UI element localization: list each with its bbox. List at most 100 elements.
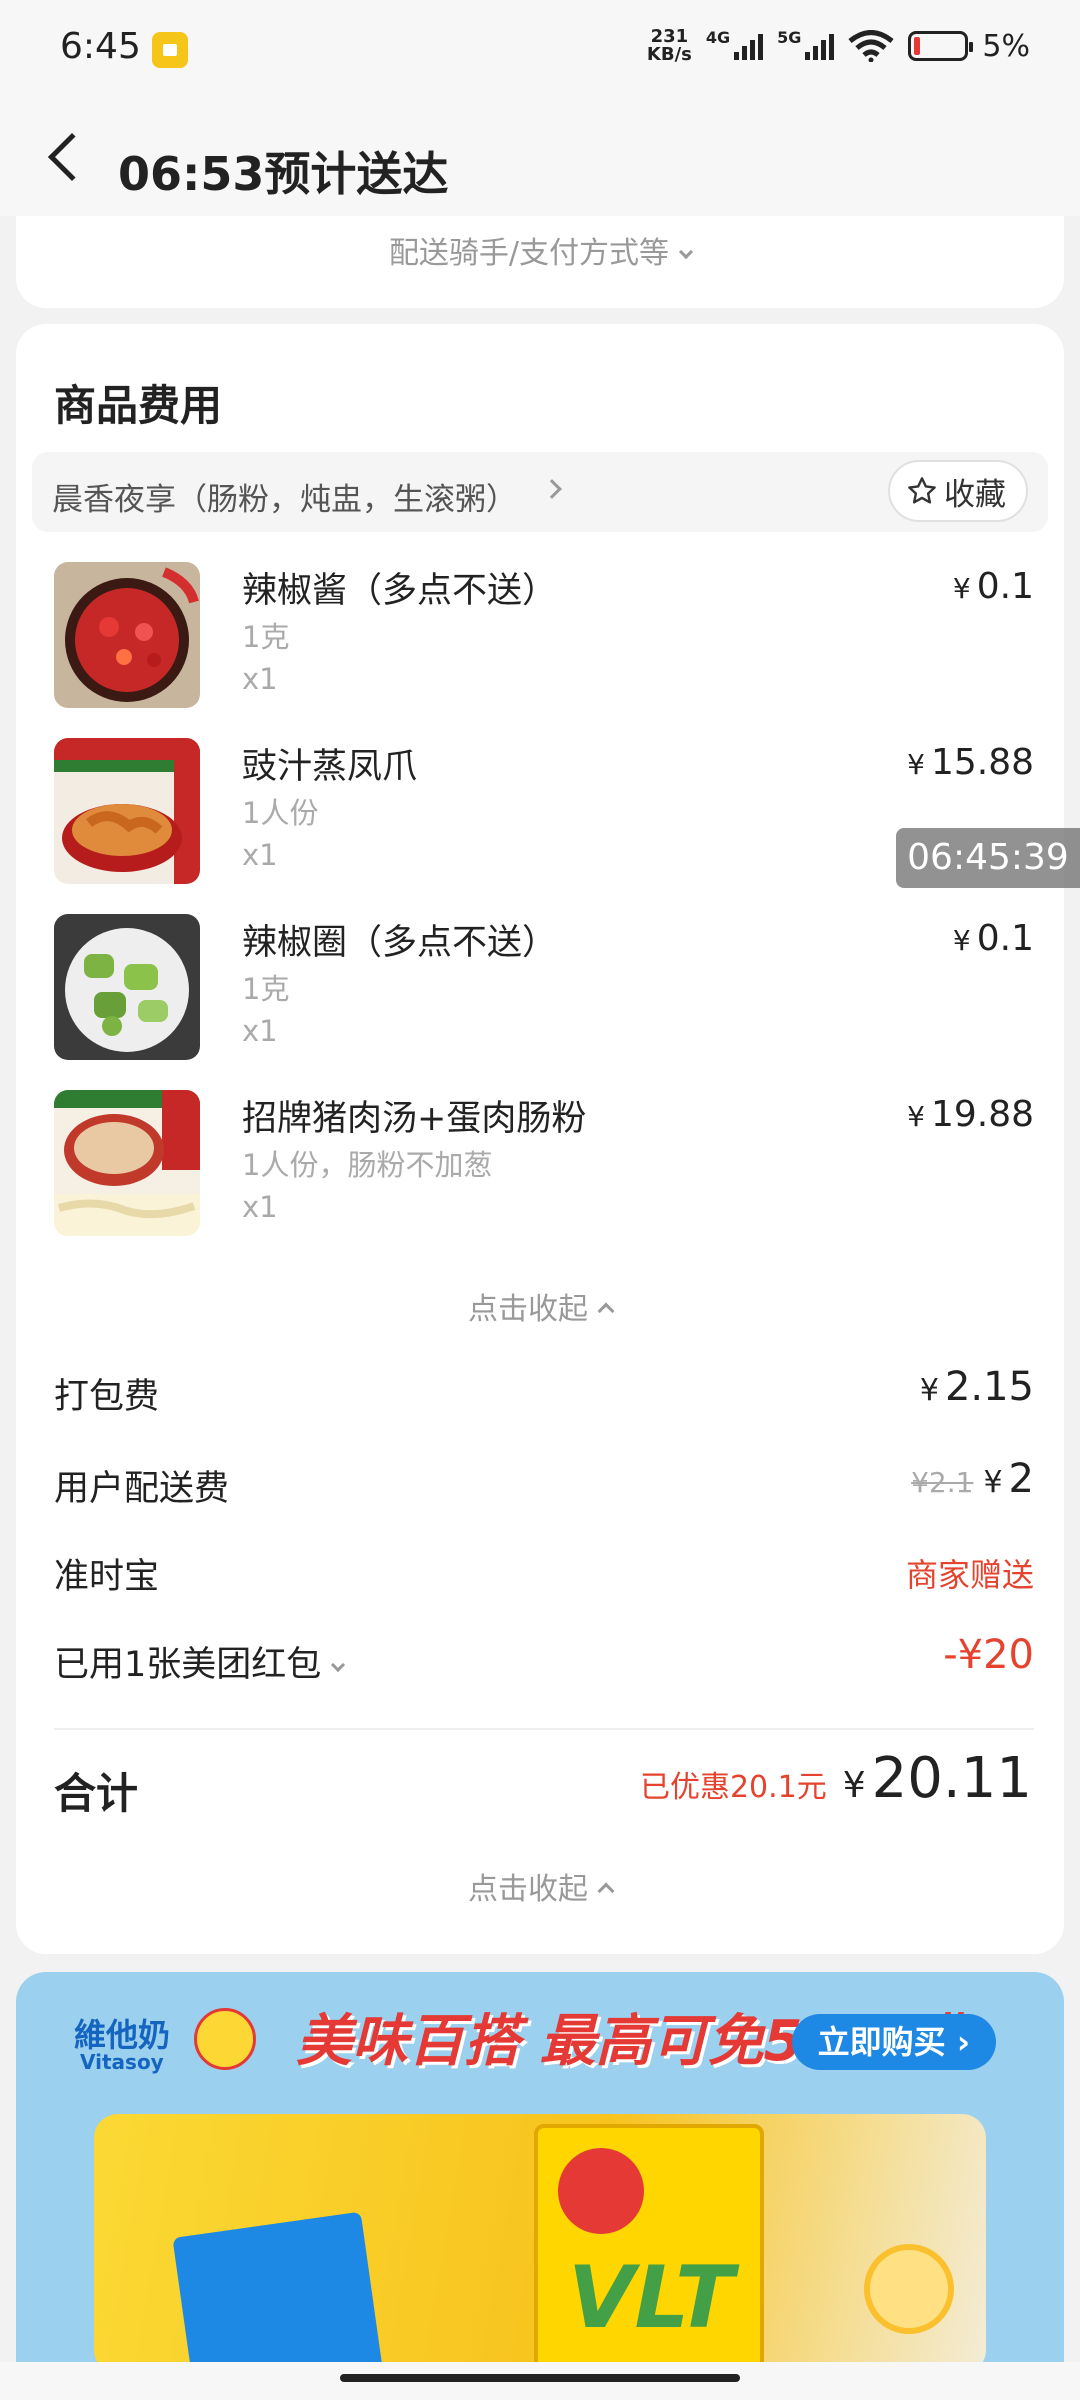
delivery-fee-value: ¥2.1 ¥2 [911, 1456, 1034, 1502]
currency-symbol: ¥ [919, 1373, 939, 1408]
star-icon [906, 475, 938, 507]
battery-percent: 5% [982, 28, 1030, 64]
back-arrow-icon[interactable] [47, 132, 97, 182]
currency-symbol: ¥ [952, 924, 971, 957]
item-quantity: x1 [242, 662, 278, 696]
item-spec: 1克 [242, 620, 290, 654]
packing-fee-row: 打包费 ¥2.15 [54, 1360, 1034, 1420]
item-spec: 1人份，肠粉不加葱 [242, 1148, 493, 1182]
net-speed: 231 KB/s [647, 28, 692, 64]
item-price: ¥19.88 [907, 1094, 1034, 1135]
divider [54, 1728, 1034, 1730]
timestamp-overlay: 06:45:39 [896, 828, 1080, 888]
currency-symbol: ¥ [842, 1765, 866, 1806]
item-price: ¥0.1 [953, 918, 1034, 959]
item-image [54, 562, 200, 708]
chevron-up-icon [597, 1882, 615, 1900]
item-price-value: 0.1 [976, 918, 1034, 959]
store-name: 晨香夜享（肠粉，炖盅，生滚粥） [52, 482, 517, 518]
home-indicator[interactable] [340, 2374, 740, 2382]
status-indicators: 231 KB/s 4G 5G 5% [647, 28, 1030, 64]
lemon-tea-carton: VLT [534, 2124, 764, 2362]
ad-product-image: VLT [94, 2114, 986, 2362]
chevron-down-icon [678, 244, 694, 260]
delivery-fee-row: 用户配送费 ¥2.1 ¥2 [54, 1452, 1034, 1512]
ad-brand-sub: Vitasoy [80, 2050, 164, 2074]
item-image [54, 914, 200, 1060]
store-row[interactable]: 晨香夜享（肠粉，炖盅，生滚粥） 收藏 [32, 452, 1048, 532]
header: 06:53预计送达 [0, 100, 1080, 216]
item-price-value: 0.1 [976, 566, 1034, 607]
item-price-value: 15.88 [930, 742, 1034, 783]
delivery-fee-label: 用户配送费 [54, 1469, 230, 1509]
chevron-down-icon [331, 1657, 346, 1673]
currency-symbol: ¥ [907, 1100, 925, 1133]
collapse-label: 点击收起 [468, 1292, 588, 1327]
packing-fee-value: ¥2.15 [920, 1364, 1034, 1410]
collapse-items-button[interactable]: 点击收起 [16, 1284, 1064, 1328]
chevron-right-icon [542, 479, 562, 499]
coupon-label-text: 已用1张美团红包 [54, 1645, 322, 1685]
carton-product-name: VLT [568, 2248, 734, 2348]
order-item[interactable]: 豉汁蒸凤爪 1人份 x1 ¥15.88 [54, 738, 1034, 888]
total-summary: 已优惠20.1元 ¥20.11 [640, 1746, 1032, 1811]
order-item[interactable]: 招牌猪肉汤+蛋肉肠粉 1人份，肠粉不加葱 x1 ¥19.88 [54, 1090, 1034, 1240]
item-name: 豉汁蒸凤爪 [242, 747, 418, 787]
delivery-fee-original: ¥2.1 [911, 1466, 974, 1499]
soy-milk-carton [172, 2211, 386, 2362]
item-image [54, 1090, 200, 1236]
item-name: 招牌猪肉汤+蛋肉肠粉 [242, 1099, 587, 1139]
collapse-fees-button[interactable]: 点击收起 [16, 1864, 1064, 1908]
item-price: ¥15.88 [907, 742, 1034, 783]
item-price-value: 19.88 [930, 1094, 1034, 1135]
ontime-label: 准时宝 [54, 1557, 160, 1597]
order-item[interactable]: 辣椒酱（多点不送） 1克 x1 ¥0.1 [54, 562, 1034, 712]
order-item[interactable]: 辣椒圈（多点不送） 1克 x1 ¥0.1 [54, 914, 1034, 1064]
item-spec: 1克 [242, 972, 290, 1006]
ad-partner-logo [194, 2008, 256, 2070]
total-amount-value: 20.11 [871, 1746, 1032, 1811]
currency-symbol: ¥ [907, 748, 925, 781]
saved-amount: 已优惠20.1元 [639, 1770, 827, 1805]
item-name: 辣椒圈（多点不送） [242, 923, 558, 963]
signal-2-label: 5G [777, 28, 802, 47]
item-image [54, 738, 200, 884]
item-quantity: x1 [242, 838, 278, 872]
net-speed-unit: KB/s [646, 44, 692, 65]
favorite-button[interactable]: 收藏 [888, 460, 1028, 522]
chevron-up-icon [597, 1302, 615, 1320]
ad-buy-button[interactable]: 立即购买 › [791, 2014, 996, 2070]
packing-fee-amount: 2.15 [944, 1364, 1034, 1410]
total-amount: ¥20.11 [843, 1746, 1032, 1811]
ontime-row: 准时宝 商家赠送 [54, 1540, 1034, 1600]
currency-symbol: ¥ [952, 572, 971, 605]
item-quantity: x1 [242, 1190, 278, 1224]
collapse-label: 点击收起 [468, 1872, 588, 1907]
carton-logo [558, 2148, 644, 2234]
delivery-info-toggle[interactable]: 配送骑手/支付方式等 [16, 228, 1064, 272]
coupon-row[interactable]: 已用1张美团红包 -¥20 [54, 1628, 1034, 1688]
wifi-icon [848, 30, 894, 62]
favorite-label: 收藏 [944, 476, 1006, 513]
battery-icon [908, 31, 974, 61]
ad-buy-label: 立即购买 [817, 2023, 946, 2061]
notification-icon [152, 32, 188, 68]
section-title: 商品费用 [54, 381, 223, 430]
signal-2-icon [805, 32, 835, 60]
signal-1-icon [734, 32, 764, 60]
lemon-slice [864, 2244, 954, 2334]
ontime-value: 商家赠送 [905, 1556, 1034, 1594]
page-title: 06:53预计送达 [118, 147, 449, 201]
coupon-value: -¥20 [943, 1632, 1034, 1678]
item-price: ¥0.1 [953, 566, 1034, 607]
delivery-fee-amount: 2 [1008, 1456, 1034, 1502]
delivery-info-label: 配送骑手/支付方式等 [388, 236, 670, 271]
goods-fee-card: 商品费用 晨香夜享（肠粉，炖盅，生滚粥） 收藏 辣椒酱（多点不送） 1克 x1 … [16, 324, 1064, 1954]
signal-1-label: 4G [705, 28, 731, 47]
status-bar: 6:45 231 KB/s 4G 5G 5% [0, 0, 1080, 100]
item-spec: 1人份 [242, 796, 319, 830]
packing-fee-label: 打包费 [54, 1377, 160, 1417]
ad-banner[interactable]: 維他奶 Vitasoy 美味百搭 最高可免5元运费 立即购买 › VLT [16, 1972, 1064, 2362]
item-name: 辣椒酱（多点不送） [242, 571, 558, 611]
status-time: 6:45 [60, 26, 141, 67]
